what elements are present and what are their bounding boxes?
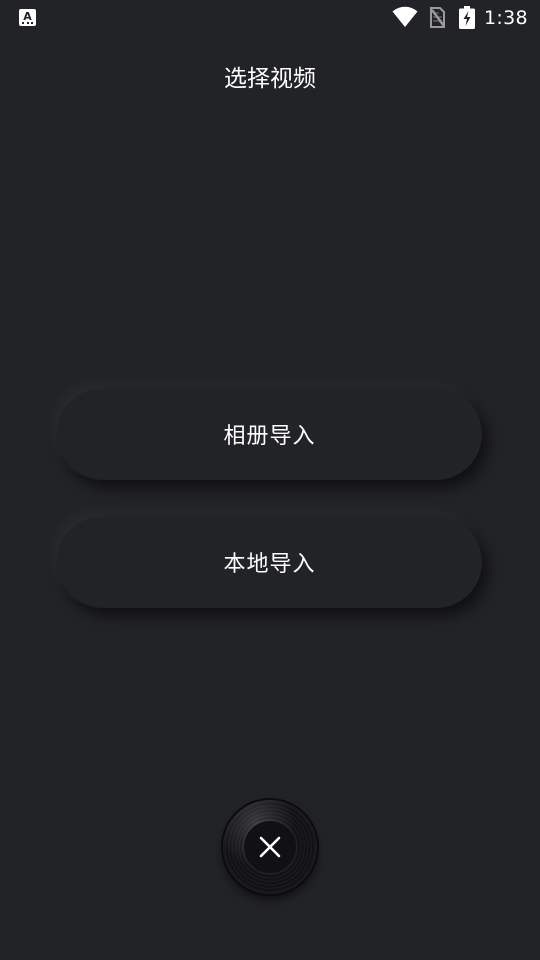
- font-a-icon: A: [19, 9, 36, 26]
- battery-charging-icon: [459, 6, 475, 29]
- close-button[interactable]: [223, 800, 317, 894]
- status-bar: A 1:38: [0, 0, 540, 36]
- status-time: 1:38: [484, 7, 528, 29]
- close-icon: [259, 836, 281, 858]
- select-video-screen: A 1:38 选择视频 相册导入 本地导入: [0, 0, 540, 960]
- page-title: 选择视频: [224, 66, 316, 92]
- album-import-button[interactable]: 相册导入: [57, 388, 482, 480]
- album-import-label: 相册导入: [223, 424, 316, 449]
- local-import-button[interactable]: 本地导入: [57, 516, 482, 608]
- local-import-label: 本地导入: [223, 552, 316, 577]
- no-sim-icon: [430, 7, 445, 28]
- wifi-icon: [392, 6, 418, 28]
